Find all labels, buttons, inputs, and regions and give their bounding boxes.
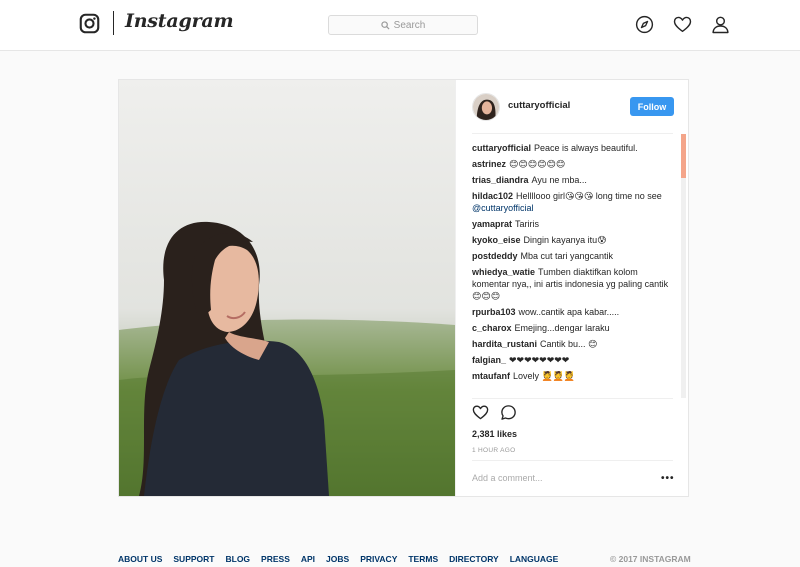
comment-text: Ayu ne mba... [531, 175, 587, 185]
comment-username[interactable]: postdeddy [472, 251, 518, 261]
comment-text: Emejing...dengar laraku [514, 323, 610, 333]
footer-link-press[interactable]: PRESS [261, 554, 290, 564]
comment-item: hildac102 Hellllooo girl😘😘😘 long time no … [472, 190, 674, 214]
footer-link-blog[interactable]: BLOG [225, 554, 250, 564]
search-placeholder: Search [393, 19, 426, 31]
comment-item: hardita_rustani Cantik bu... 😊 [472, 338, 674, 350]
follow-button[interactable]: Follow [630, 97, 674, 116]
comment-username[interactable]: hildac102 [472, 191, 513, 201]
post-photo[interactable] [119, 80, 455, 496]
footer-link-jobs[interactable]: JOBS [326, 554, 349, 564]
comment-text: Mba cut tari yangcantik [520, 251, 614, 261]
comment-item: mtaufanf Lovely 💆💆💆 [472, 370, 674, 382]
comment-text: Peace is always beautiful. [534, 143, 638, 153]
divider [472, 398, 673, 399]
comment-item: kyoko_eise Dingin kayanya itu😰 [472, 234, 674, 246]
avatar[interactable] [472, 93, 500, 121]
footer-link-language[interactable]: LANGUAGE [510, 554, 559, 564]
like-icon[interactable] [472, 404, 489, 421]
explore-icon[interactable] [635, 15, 654, 34]
comment-text: Tariris [515, 219, 540, 229]
instagram-icon[interactable] [79, 13, 100, 34]
instagram-wordmark[interactable]: Instagram [125, 10, 234, 32]
footer-link-about-us[interactable]: ABOUT US [118, 554, 162, 564]
post-header: cuttaryofficial Follow [456, 80, 689, 133]
add-comment-input[interactable]: Add a comment... [472, 473, 543, 483]
comment-item: whiedya_watie Tumben diaktifkan kolom kom… [472, 266, 674, 302]
footer-link-terms[interactable]: TERMS [408, 554, 438, 564]
footer-link-privacy[interactable]: PRIVACY [360, 554, 397, 564]
comment-username[interactable]: mtaufanf [472, 371, 510, 381]
comment-text: wow..cantik apa kabar..... [518, 307, 620, 317]
post-owner-username[interactable]: cuttaryofficial [508, 100, 570, 111]
comment-username[interactable]: whiedya_watie [472, 267, 535, 277]
search-input[interactable]: Search [328, 15, 478, 35]
likes-count[interactable]: 2,381 likes [472, 429, 517, 439]
comment-text: 😊😊😊😊😊😊 [509, 159, 566, 169]
footer-link-directory[interactable]: DIRECTORY [449, 554, 499, 564]
more-options-button[interactable]: ••• [661, 473, 675, 484]
comment-text: Lovely 💆💆💆 [513, 371, 576, 381]
comment-icon[interactable] [500, 404, 517, 421]
comment-username[interactable]: hardita_rustani [472, 339, 537, 349]
post-card: cuttaryofficial Follow cuttaryofficial Pe… [118, 79, 689, 497]
footer-link-support[interactable]: SUPPORT [173, 554, 214, 564]
comment-username[interactable]: kyoko_eise [472, 235, 521, 245]
comment-item: astrinez 😊😊😊😊😊😊 [472, 158, 674, 170]
top-nav: Instagram Search [0, 0, 800, 51]
comment-item: postdeddy Mba cut tari yangcantik [472, 250, 674, 262]
comment-username[interactable]: yamaprat [472, 219, 512, 229]
comment-username[interactable]: trias_diandra [472, 175, 529, 185]
footer-links: ABOUT US SUPPORT BLOG PRESS API JOBS PRIVACY TE… [118, 554, 569, 564]
post-timestamp[interactable]: 1 HOUR AGO [472, 447, 515, 454]
comment-username[interactable]: rpurba103 [472, 307, 516, 317]
comment-text: Dingin kayanya itu😰 [523, 235, 607, 245]
search-icon [380, 20, 390, 30]
comment-text: Hellllooo girl😘😘😘 long time no see [516, 191, 662, 201]
comment-username[interactable]: astrinez [472, 159, 506, 169]
heart-icon[interactable] [673, 15, 692, 34]
comment-item: yamaprat Tariris [472, 218, 674, 230]
profile-icon[interactable] [711, 15, 730, 34]
divider [472, 133, 673, 134]
comments-list[interactable]: cuttaryofficial Peace is always beautiful… [472, 142, 674, 398]
copyright: © 2017 INSTAGRAM [610, 554, 691, 564]
divider [472, 460, 673, 461]
comment-username[interactable]: cuttaryofficial [472, 143, 531, 153]
comment-item: cuttaryofficial Peace is always beautiful… [472, 142, 674, 154]
comment-text: Cantik bu... 😊 [540, 339, 598, 349]
post-sidebar: cuttaryofficial Follow cuttaryofficial Pe… [455, 80, 688, 496]
comment-text: ❤❤❤❤❤❤❤❤ [509, 355, 570, 365]
comment-item: trias_diandra Ayu ne mba... [472, 174, 674, 186]
comment-username[interactable]: falgian_ [472, 355, 506, 365]
footer-link-api[interactable]: API [301, 554, 315, 564]
comment-item: rpurba103 wow..cantik apa kabar..... [472, 306, 674, 318]
comment-username[interactable]: c_charox [472, 323, 512, 333]
comment-item: c_charox Emejing...dengar laraku [472, 322, 674, 334]
comment-mention[interactable]: @cuttaryofficial [472, 203, 534, 213]
comment-item: falgian_ ❤❤❤❤❤❤❤❤ [472, 354, 674, 366]
logo-divider [113, 11, 114, 35]
scrollbar-thumb[interactable] [681, 134, 686, 178]
